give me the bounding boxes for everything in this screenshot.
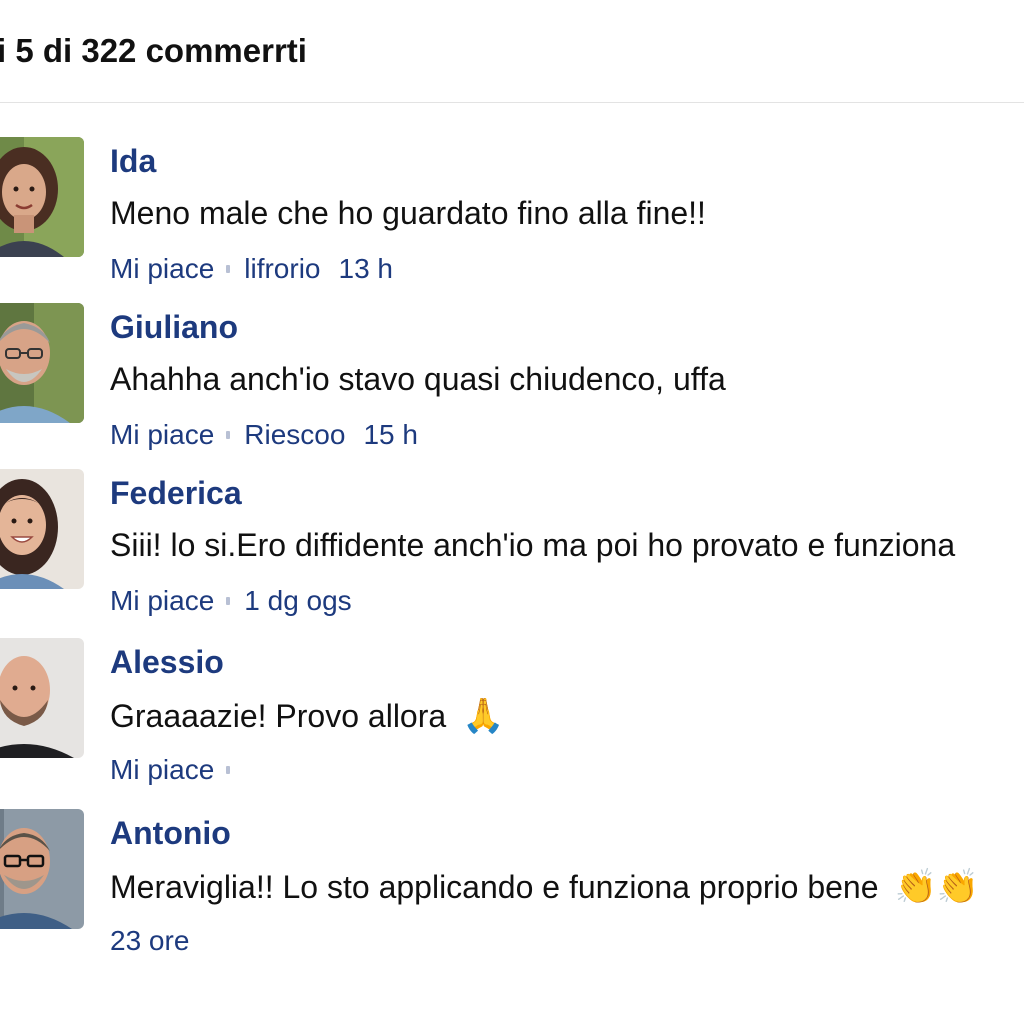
comment-author[interactable]: Alessio bbox=[110, 644, 224, 681]
reply-link[interactable]: lifrorio bbox=[244, 253, 320, 285]
clapping-hands-icon: 👏👏 bbox=[894, 867, 980, 907]
avatar[interactable] bbox=[0, 638, 84, 758]
avatar[interactable] bbox=[0, 137, 84, 257]
avatar[interactable] bbox=[0, 809, 84, 929]
separator-dot bbox=[226, 430, 231, 439]
reply-link[interactable]: Riescoo bbox=[244, 419, 345, 451]
like-link[interactable]: Mi piace bbox=[110, 253, 214, 285]
like-link[interactable]: Mi piace bbox=[110, 754, 214, 786]
comment-text: Meno male che ho guardato fino alla fine… bbox=[110, 195, 706, 231]
comment-actions: 23 ore bbox=[110, 923, 189, 957]
comment-timestamp[interactable]: 1 dg ogs bbox=[244, 585, 351, 617]
comment-actions: Mi piace 1 dg ogs bbox=[110, 583, 352, 617]
comment-text: Ahahha anch'io stavo quasi chiudenco, uf… bbox=[110, 361, 726, 397]
comment-text: Graaaazie! Provo allora 🙏 bbox=[110, 696, 505, 736]
avatar-man-glasses-icon bbox=[0, 303, 84, 423]
comment-list: Ida Meno male che ho guardato fino alla … bbox=[0, 0, 1024, 1024]
comment-item-federica: Federica Siii! lo si.Ero diffidente anch… bbox=[0, 469, 1024, 629]
comment-text-body: Graaaazie! Provo allora bbox=[110, 698, 447, 734]
comment-item-antonio: Antonio Meraviglia!! Lo sto applicando e… bbox=[0, 809, 1024, 969]
avatar-woman-icon bbox=[0, 137, 84, 257]
avatar-man-glasses-icon bbox=[0, 809, 84, 929]
avatar-woman-icon bbox=[0, 469, 84, 589]
comment-item-giuliano: Giuliano Ahahha anch'io stavo quasi chiu… bbox=[0, 303, 1024, 463]
comment-author[interactable]: Federica bbox=[110, 475, 242, 512]
comment-text: Meraviglia!! Lo sto applicando e funzion… bbox=[110, 867, 979, 907]
separator-dot bbox=[226, 765, 231, 774]
avatar-man-bald-icon bbox=[0, 638, 84, 758]
separator-dot bbox=[226, 596, 231, 605]
comment-item-ida: Ida Meno male che ho guardato fino alla … bbox=[0, 137, 1024, 297]
comment-author[interactable]: Ida bbox=[110, 143, 156, 180]
comment-author[interactable]: Giuliano bbox=[110, 309, 238, 346]
comment-actions: Mi piace bbox=[110, 752, 244, 786]
separator-dot bbox=[226, 264, 231, 273]
praying-hands-icon: 🙏 bbox=[462, 696, 505, 736]
comment-timestamp[interactable]: 13 h bbox=[339, 253, 394, 285]
comment-actions: Mi piace Riescoo 15 h bbox=[110, 417, 418, 451]
comment-text: Siii! lo si.Ero diffidente anch'io ma po… bbox=[110, 527, 956, 563]
comment-author[interactable]: Antonio bbox=[110, 815, 231, 852]
avatar[interactable] bbox=[0, 303, 84, 423]
like-link[interactable]: Mi piace bbox=[110, 585, 214, 617]
comment-actions: Mi piace lifrorio 13 h bbox=[110, 251, 393, 285]
like-link[interactable]: Mi piace bbox=[110, 419, 214, 451]
comment-text-body: Meraviglia!! Lo sto applicando e funzion… bbox=[110, 869, 879, 905]
comment-item-alessio: Alessio Graaaazie! Provo allora 🙏 Mi piac… bbox=[0, 638, 1024, 798]
avatar[interactable] bbox=[0, 469, 84, 589]
comments-page: ti 5 di 322 commerrti Ida Meno male che bbox=[0, 0, 1024, 1024]
comment-timestamp[interactable]: 15 h bbox=[363, 419, 418, 451]
comment-timestamp[interactable]: 23 ore bbox=[110, 925, 189, 957]
